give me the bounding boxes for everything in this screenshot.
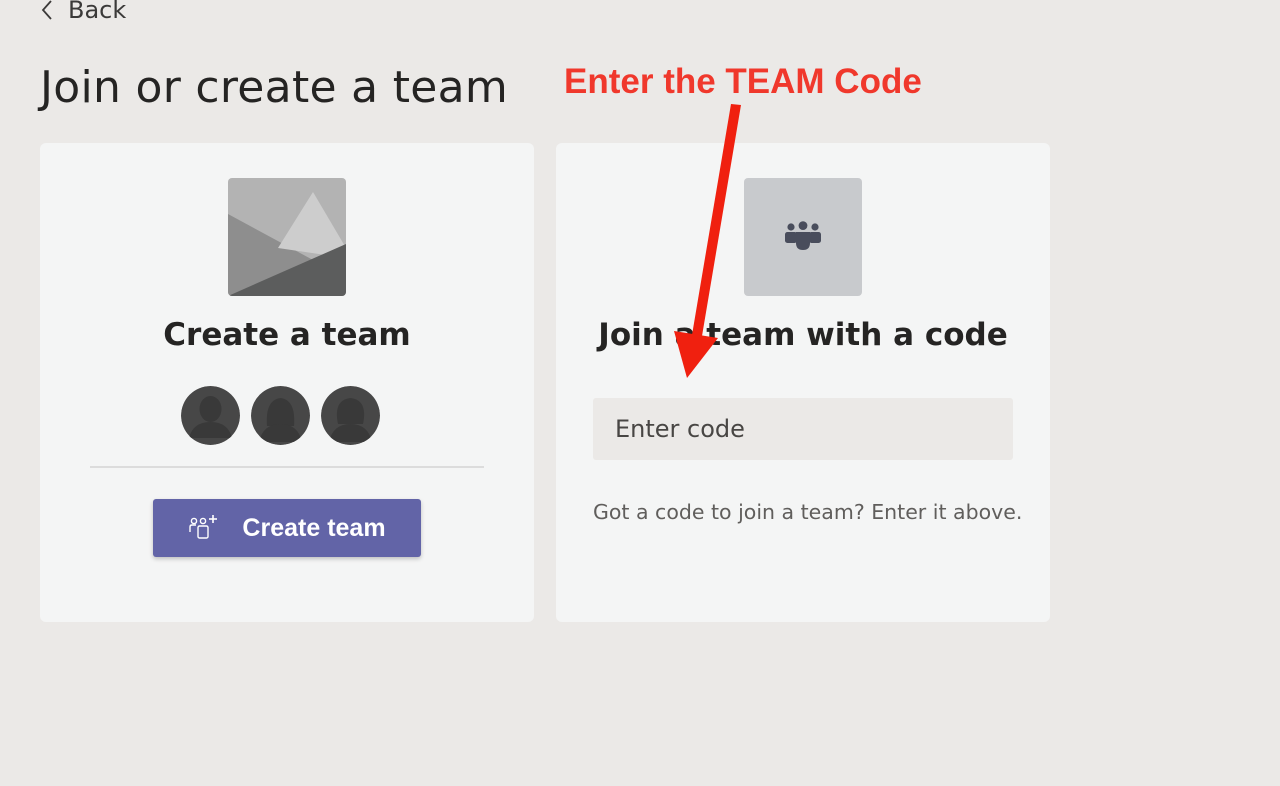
- join-team-title: Join a team with a code: [598, 317, 1008, 353]
- create-team-button[interactable]: Create team: [153, 499, 421, 557]
- person-avatar-icon: [321, 386, 380, 445]
- landscape-placeholder-icon: [228, 178, 346, 296]
- create-team-button-label: Create team: [242, 513, 386, 542]
- join-team-card: Join a team with a code Got a code to jo…: [556, 143, 1050, 622]
- person-avatar-icon: [181, 386, 240, 445]
- team-people-icon: [744, 178, 862, 296]
- create-team-title: Create a team: [163, 317, 411, 353]
- annotation-label: Enter the TEAM Code: [564, 62, 922, 101]
- divider: [90, 466, 484, 468]
- page-title: Join or create a team: [40, 62, 509, 113]
- avatar-group: [181, 386, 380, 445]
- chevron-left-icon: [41, 0, 52, 20]
- team-code-input[interactable]: [593, 398, 1013, 460]
- add-team-icon: [189, 515, 218, 539]
- person-avatar-icon: [251, 386, 310, 445]
- back-label: Back: [68, 0, 127, 24]
- create-team-card: Create a team Create team: [40, 143, 534, 622]
- join-help-text: Got a code to join a team? Enter it abov…: [593, 500, 1023, 524]
- back-link[interactable]: Back: [40, 0, 126, 24]
